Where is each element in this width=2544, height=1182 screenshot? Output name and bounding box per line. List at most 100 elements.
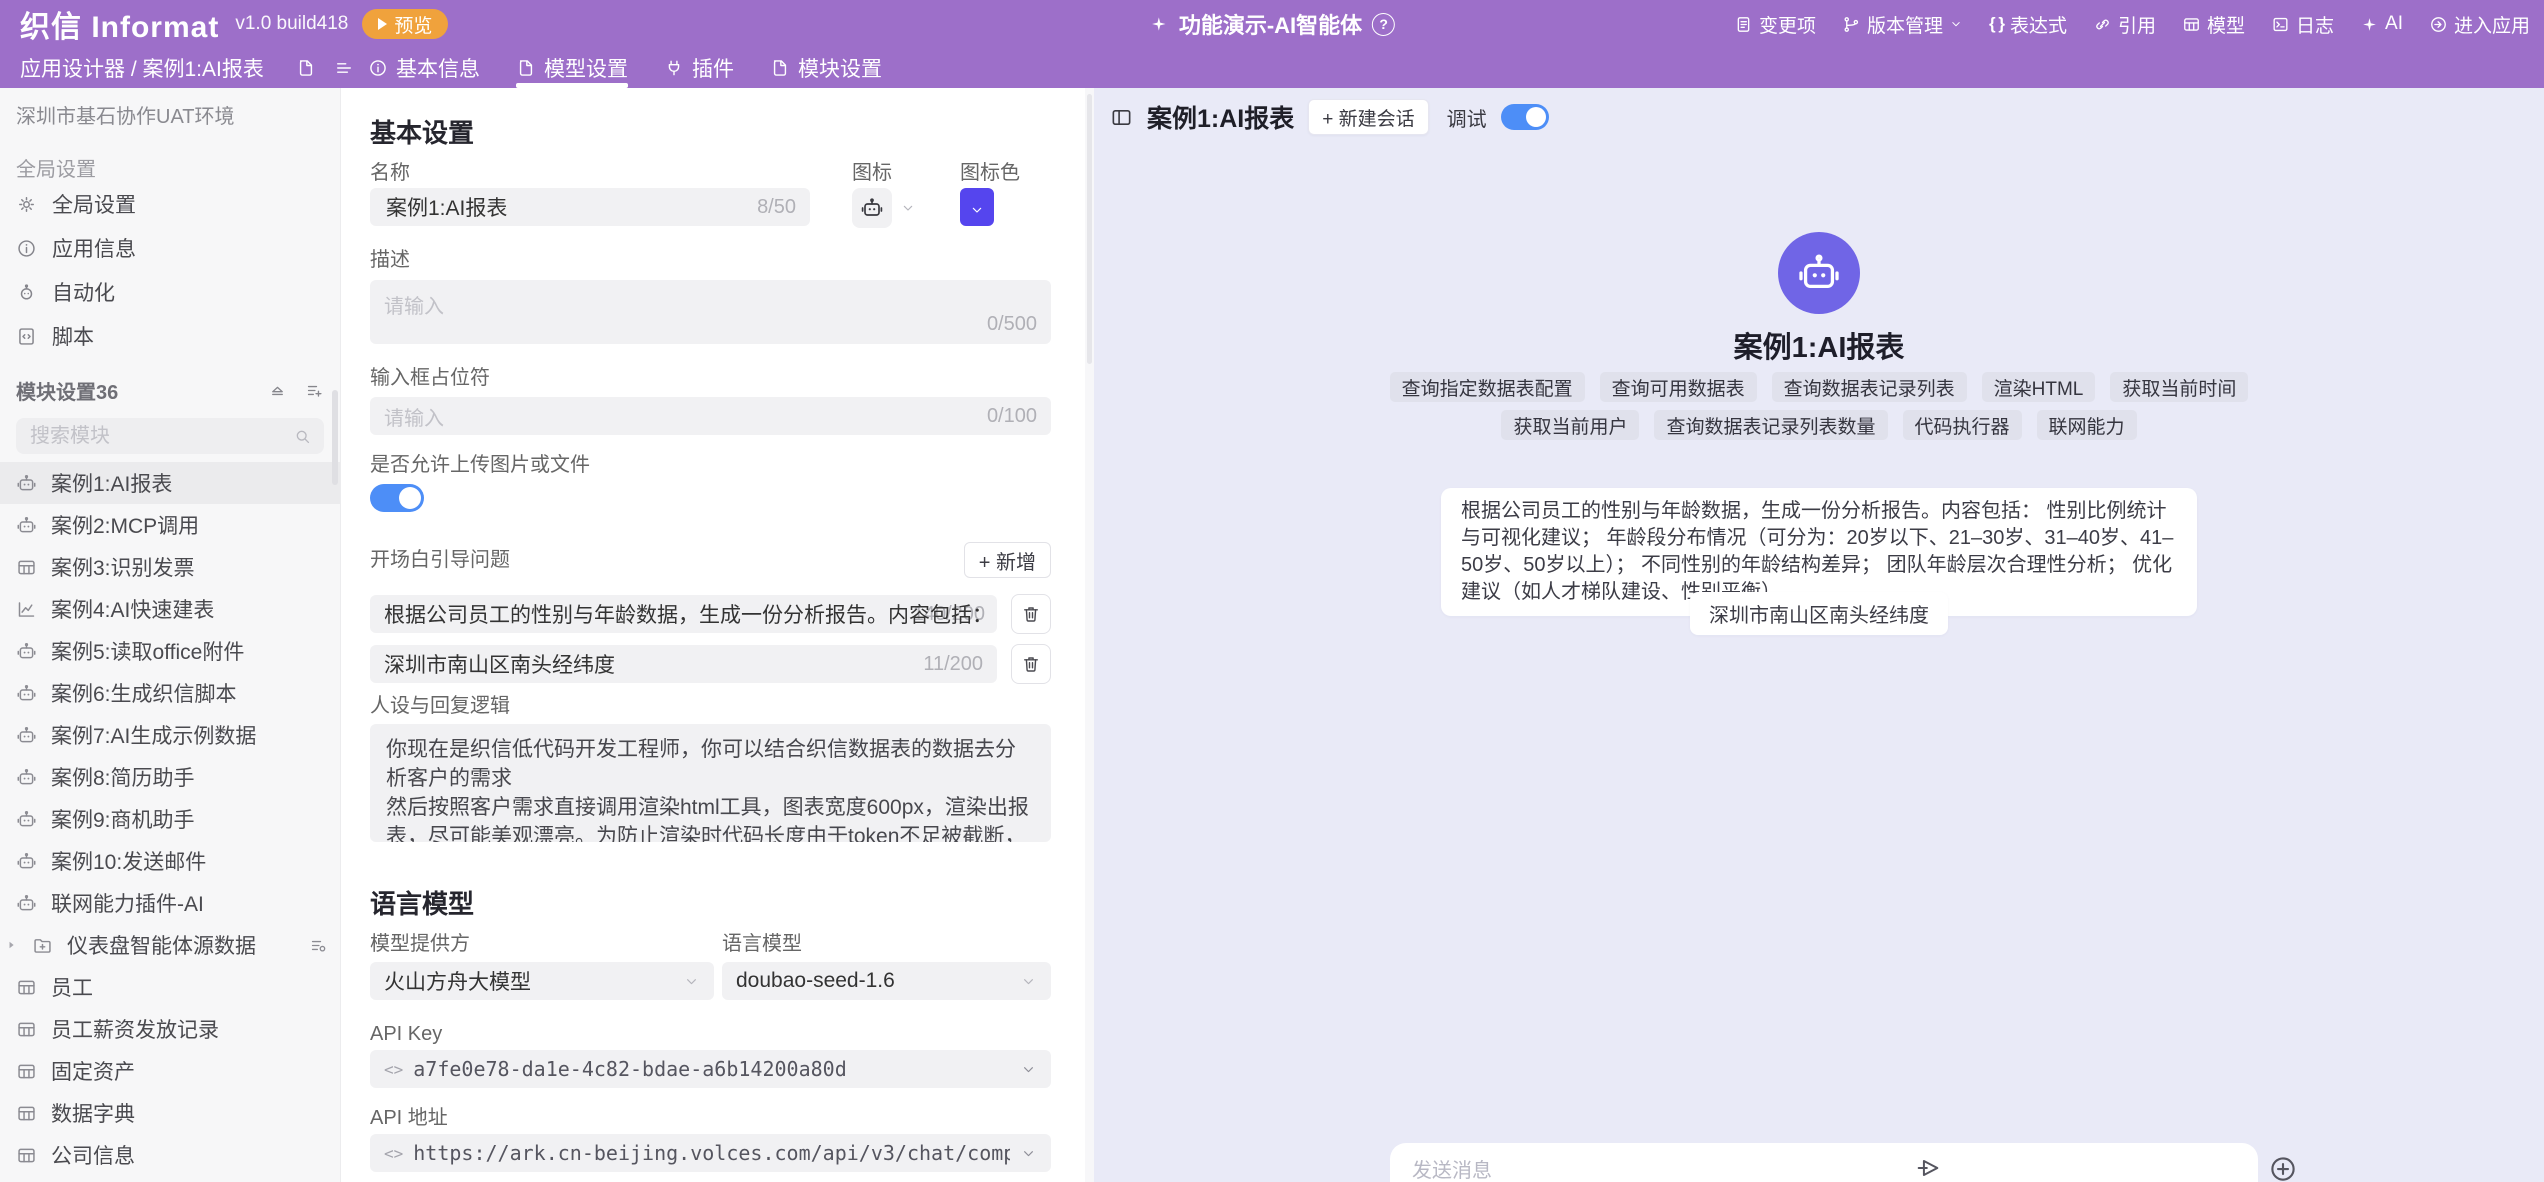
debug-toggle[interactable] (1501, 104, 1549, 130)
enter-app-icon (2429, 15, 2448, 34)
sidebar-module-case2[interactable]: 案例2:MCP调用 (0, 504, 340, 546)
header-menu: 变更项 版本管理 { }表达式 引用 模型 日志 AI 进入应用 (1734, 0, 2530, 48)
robot-icon (16, 767, 37, 788)
input-placeholder-field[interactable]: 请输入 0/100 (370, 397, 1051, 435)
menu-item-changes[interactable]: 变更项 (1734, 11, 1816, 38)
sidebar-module-employees[interactable]: 员工 (0, 966, 340, 1008)
capability-tag: 获取当前时间 (2110, 372, 2248, 402)
model-label: 语言模型 (722, 933, 1051, 955)
send-icon[interactable] (1914, 1154, 1942, 1182)
menu-item-model[interactable]: 模型 (2182, 11, 2245, 38)
trash-icon (1021, 604, 1041, 624)
robot-icon (16, 683, 37, 704)
menu-item-version[interactable]: 版本管理 (1842, 11, 1963, 38)
robot-icon (16, 893, 37, 914)
menu-item-expression[interactable]: { }表达式 (1989, 11, 2067, 38)
version-label: v1.0 build418 (235, 13, 348, 35)
tab-plugins[interactable]: 插件 (664, 48, 734, 88)
sidebar-module-case5[interactable]: 案例5:读取office附件 (0, 630, 340, 672)
sidebar-module-salary-records[interactable]: 员工薪资发放记录 (0, 1008, 340, 1050)
table-icon (16, 1019, 37, 1040)
table-icon (16, 1061, 37, 1082)
preview-button[interactable]: 预览 (362, 9, 448, 39)
persona-textarea[interactable]: 你现在是织信低代码开发工程师，你可以结合织信数据表的数据去分析客户的需求 然后按… (370, 724, 1051, 842)
table-icon (16, 557, 37, 578)
api-url-label: API 地址 (370, 1107, 1051, 1129)
add-question-button[interactable]: + 新增 (964, 542, 1051, 578)
collapse-panel-icon[interactable] (1110, 106, 1133, 129)
sidebar-module-case4[interactable]: 案例4:AI快速建表 (0, 588, 340, 630)
sidebar-scrollbar[interactable] (332, 390, 338, 485)
tab-basic-info[interactable]: 基本信息 (368, 48, 480, 88)
link-icon (2093, 15, 2112, 34)
icon-color-picker[interactable] (960, 188, 994, 226)
chat-input-box (1390, 1143, 2258, 1182)
sidebar-item-app-info[interactable]: 应用信息 (0, 226, 340, 270)
module-search-input[interactable] (28, 424, 285, 449)
tab-module-settings[interactable]: 模块设置 (770, 48, 882, 88)
opening-question-1[interactable]: 140/200 根据公司员工的性别与年龄数据，生成一份分析报告。内容包括： 性别… (370, 595, 997, 633)
chevron-down-icon (1020, 1145, 1037, 1162)
chevron-down-icon[interactable] (900, 200, 916, 216)
table-icon (16, 977, 37, 998)
sidebar-module-data-dictionary[interactable]: 数据字典 (0, 1092, 340, 1134)
provider-select[interactable]: 火山方舟大模型 (370, 962, 714, 1000)
chevron-down-icon (683, 973, 700, 990)
sidebar-module-case7[interactable]: 案例7:AI生成示例数据 (0, 714, 340, 756)
menu-item-enter-app[interactable]: 进入应用 (2429, 11, 2530, 38)
delete-question-1-button[interactable] (1011, 594, 1051, 634)
sort-settings-icon[interactable] (309, 936, 328, 955)
caret-right-icon[interactable] (4, 938, 18, 952)
sidebar-module-company-info[interactable]: 公司信息 (0, 1134, 340, 1176)
opening-question-2[interactable]: 深圳市南山区南头经纬度 11/200 (370, 645, 997, 683)
sidebar-module-resume[interactable]: 简历 (0, 1176, 340, 1182)
chat-input[interactable] (1410, 1159, 2202, 1182)
capability-tag: 获取当前用户 (1501, 410, 1639, 440)
info-icon (16, 238, 37, 259)
modules-section-header: 模块设置36 (16, 376, 324, 405)
sidebar-item-script[interactable]: 脚本 (0, 314, 340, 358)
new-chat-button[interactable]: + 新建会话 (1308, 99, 1428, 135)
api-url-field[interactable]: <> https://ark.cn-beijing.volces.com/api… (370, 1134, 1051, 1172)
menu-item-log[interactable]: 日志 (2271, 11, 2334, 38)
input-placeholder-label: 输入框占位符 (370, 367, 1051, 389)
preview-panel: 案例1:AI报表 + 新建会话 调试 案例1:AI报表 查询指定数据表配置 查询… (1094, 88, 2544, 1182)
global-settings-section-title: 全局设置 (16, 153, 324, 182)
sidebar-item-automation[interactable]: 自动化 (0, 270, 340, 314)
delete-question-2-button[interactable] (1011, 644, 1051, 684)
api-key-field[interactable]: <> a7fe0e78-da1e-4c82-bdae-a6b14200a80d (370, 1050, 1051, 1088)
description-textarea[interactable]: 请输入 0/500 (370, 280, 1051, 344)
environment-name: 深圳市基石协作UAT环境 (16, 100, 324, 129)
icon-picker[interactable] (852, 188, 892, 228)
page-icon[interactable] (296, 58, 316, 78)
outline-icon[interactable] (334, 58, 354, 78)
sidebar-module-case1[interactable]: 案例1:AI报表 (0, 462, 340, 504)
scrollbar-thumb[interactable] (1087, 94, 1092, 364)
tab-model-settings[interactable]: 模型设置 (516, 48, 628, 88)
robot-icon (1796, 250, 1842, 296)
sidebar-module-fixed-assets[interactable]: 固定资产 (0, 1050, 340, 1092)
sidebar-item-global-settings[interactable]: 全局设置 (0, 182, 340, 226)
eject-icon[interactable] (268, 381, 287, 400)
suggested-prompt-location[interactable]: 深圳市南山区南头经纬度 (1690, 592, 1948, 635)
add-sort-icon[interactable] (305, 381, 324, 400)
modules-section-title: 模块设置36 (16, 376, 118, 405)
page-icon (516, 58, 536, 78)
sidebar-module-case9[interactable]: 案例9:商机助手 (0, 798, 340, 840)
sidebar-module-case3[interactable]: 案例3:识别发票 (0, 546, 340, 588)
sidebar-module-case10[interactable]: 案例10:发送邮件 (0, 840, 340, 882)
menu-item-reference[interactable]: 引用 (2093, 11, 2156, 38)
center-panel-scrollbar[interactable] (1085, 88, 1094, 1182)
model-select[interactable]: doubao-seed-1.6 (722, 962, 1051, 1000)
sidebar-module-case6[interactable]: 案例6:生成织信脚本 (0, 672, 340, 714)
sidebar-module-case8[interactable]: 案例8:简历助手 (0, 756, 340, 798)
help-icon[interactable]: ? (1372, 13, 1395, 36)
sidebar-module-network-plugin[interactable]: 联网能力插件-AI (0, 882, 340, 924)
attach-plus-icon[interactable] (2268, 1154, 2298, 1182)
name-input[interactable] (384, 194, 757, 220)
app-logo: 织信 Informat (20, 2, 219, 46)
menu-item-ai[interactable]: AI (2360, 13, 2403, 35)
sidebar-module-dashboard-source[interactable]: 仪表盘智能体源数据 (0, 924, 340, 966)
breadcrumb: 应用设计器 / 案例1:AI报表 (20, 48, 264, 88)
upload-toggle[interactable] (370, 484, 424, 512)
